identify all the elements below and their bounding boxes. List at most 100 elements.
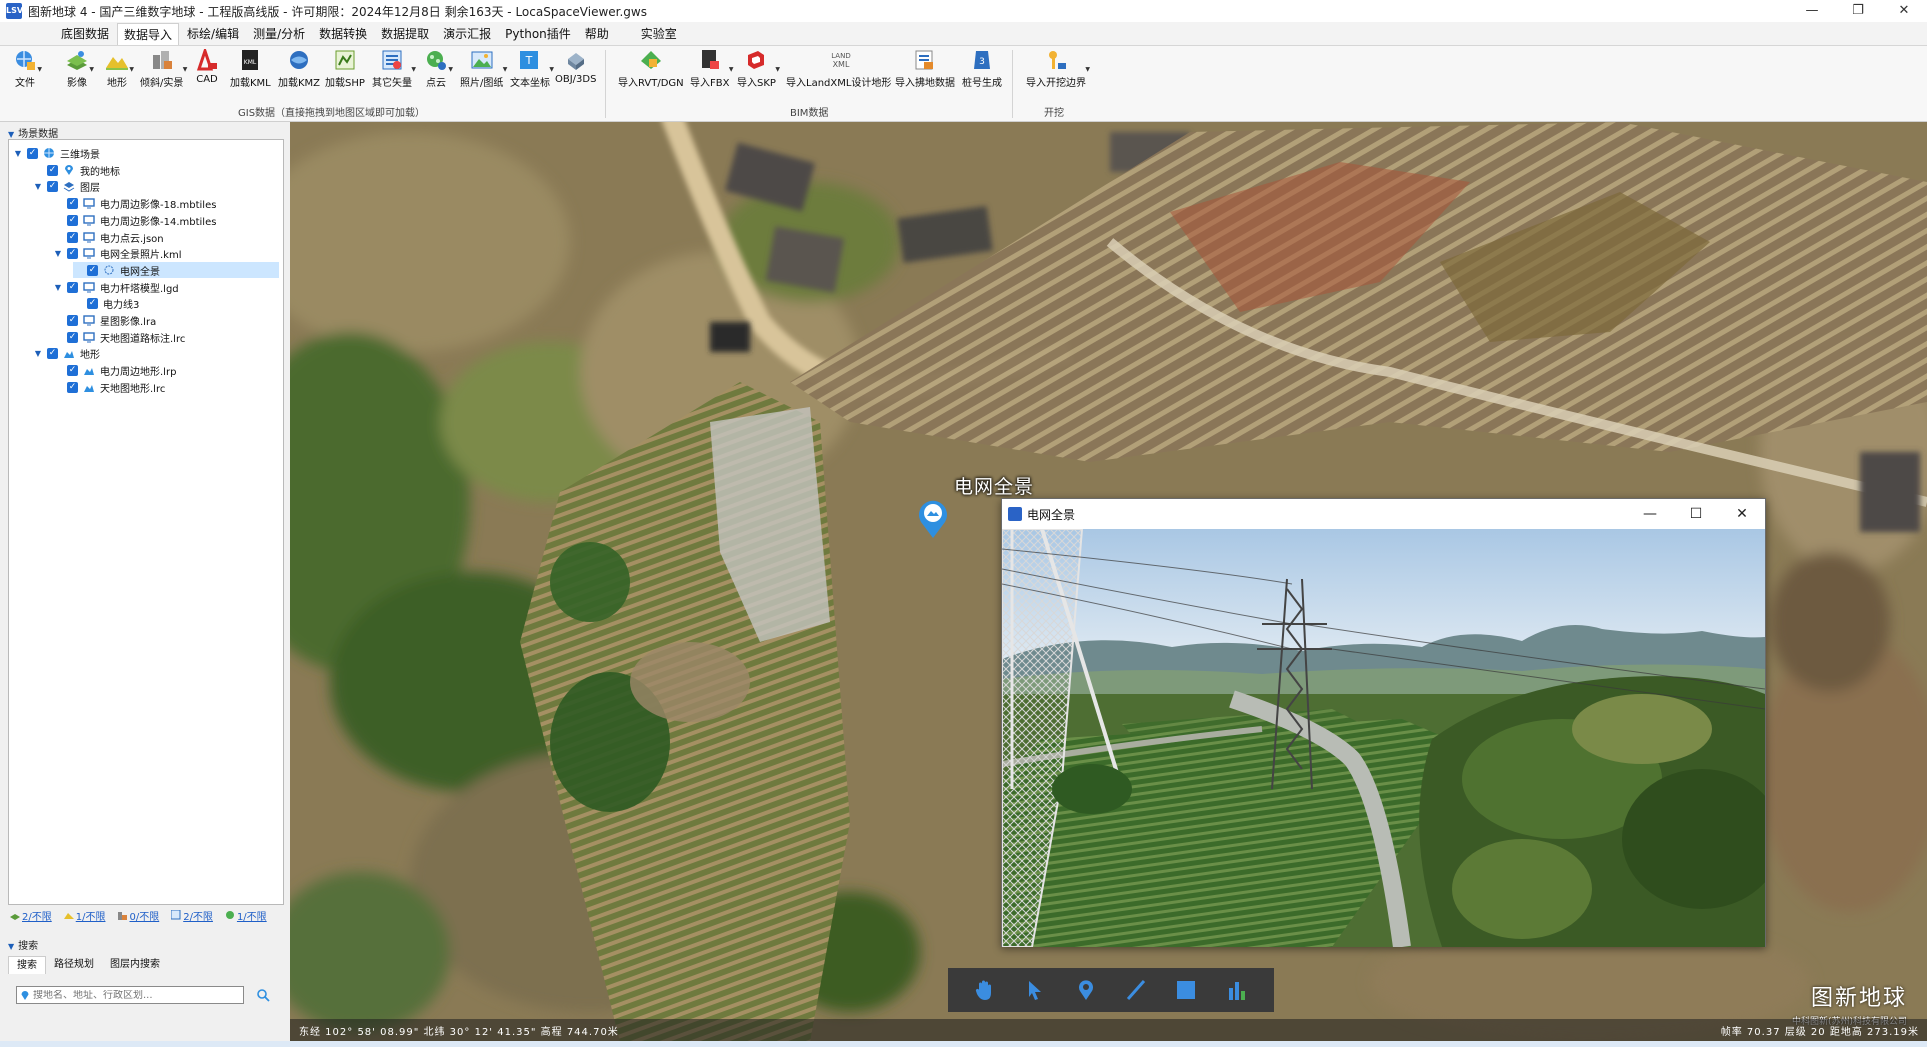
panorama-title-bar[interactable]: 电网全景 — ☐ ✕ — [1002, 499, 1765, 529]
terrain-small-icon — [83, 381, 95, 393]
layers-icon — [63, 180, 75, 192]
import-landxml-button[interactable]: LAND XML 导入LandXML设计地形 — [786, 48, 891, 96]
kmz-icon — [286, 48, 312, 72]
stat-oblique[interactable]: 0/不限 — [117, 908, 159, 923]
tab-plot-edit[interactable]: 标绘/编辑 — [181, 23, 245, 45]
tree-node-terrain-lrp[interactable]: ✓ 电力周边地形.lrp — [53, 362, 176, 378]
import-pointcloud-button[interactable]: 点云 ▼ — [423, 48, 453, 96]
tab-search[interactable]: 搜索 — [8, 956, 46, 974]
load-kmz-button[interactable]: 加载KMZ — [278, 48, 320, 96]
maximize-button[interactable]: ☐ — [1673, 499, 1719, 529]
tab-python-plugin[interactable]: Python插件 — [499, 23, 577, 45]
place-marker-icon[interactable] — [1071, 975, 1101, 1005]
checkbox[interactable]: ✓ — [67, 381, 78, 393]
tree-node-panorama-kml[interactable]: ▼ ✓ 电网全景照片.kml — [53, 245, 182, 261]
import-photo-button[interactable]: 照片/图纸 ▼ — [460, 48, 507, 96]
load-kml-button[interactable]: KML 加载KML — [230, 48, 271, 96]
tree-node-3d-scene[interactable]: ▼ ✓ 三维场景 — [13, 145, 100, 161]
tree-node-tower-model[interactable]: ▼ ✓ 电力杆塔模型.lgd — [53, 279, 179, 295]
draw-line-icon[interactable] — [1121, 975, 1151, 1005]
import-excavation-button[interactable]: 导入开挖边界 ▼ — [1026, 48, 1090, 96]
checkbox[interactable]: ✓ — [67, 197, 78, 209]
tree-node-terrain-lrc[interactable]: ✓ 天地图地形.lrc — [53, 379, 165, 395]
checkbox[interactable]: ✓ — [47, 164, 58, 176]
import-fbx-button[interactable]: 导入FBX ▼ — [690, 48, 733, 96]
tree-node-terrain[interactable]: ▼ ✓ 地形 — [33, 345, 100, 361]
tab-data-import[interactable]: 数据导入 — [117, 23, 180, 45]
restore-button[interactable]: ❐ — [1835, 0, 1881, 22]
tab-data-extract[interactable]: 数据提取 — [375, 23, 435, 45]
tree-node-layers[interactable]: ▼ ✓ 图层 — [33, 178, 100, 194]
tab-layer-search[interactable]: 图层内搜索 — [102, 956, 168, 974]
import-imagery-button[interactable]: 影像 ▼ — [64, 48, 94, 96]
tree-node-road-labels[interactable]: ✓ 天地图道路标注.lrc — [53, 329, 185, 345]
draw-polygon-icon[interactable] — [1171, 975, 1201, 1005]
minimize-button[interactable]: — — [1627, 499, 1673, 529]
tree-node-star-imagery[interactable]: ✓ 星图影像.lra — [53, 312, 156, 328]
monitor-icon — [83, 247, 95, 259]
tab-measure-analysis[interactable]: 测量/分析 — [247, 23, 311, 45]
import-land-data-button[interactable]: 导入拂地数据 — [895, 48, 955, 96]
import-skp-button[interactable]: 导入SKP ▼ — [737, 48, 780, 96]
search-icon[interactable] — [256, 988, 270, 1002]
import-vector-button[interactable]: 其它矢量 ▼ — [372, 48, 416, 96]
close-button[interactable]: ✕ — [1881, 0, 1927, 22]
tree-node-power-line-3[interactable]: ✓ 电力线3 — [73, 295, 139, 311]
hand-pan-icon[interactable] — [970, 975, 1000, 1005]
tree-node-imagery-14[interactable]: ✓ 电力周边影像-14.mbtiles — [53, 212, 216, 228]
checkbox[interactable]: ✓ — [67, 331, 78, 343]
stat-terrain[interactable]: 1/不限 — [63, 908, 105, 923]
checkbox[interactable]: ✓ — [67, 247, 78, 259]
checkbox[interactable]: ✓ — [87, 264, 98, 276]
pin-icon — [63, 164, 75, 176]
menu-bar: 底图数据 数据导入 标绘/编辑 测量/分析 数据转换 数据提取 演示汇报 Pyt… — [0, 22, 1927, 46]
checkbox[interactable]: ✓ — [47, 347, 58, 359]
import-obj-button[interactable]: OBJ/3DS — [555, 48, 596, 96]
scene-tree[interactable]: ▼ ✓ 三维场景 ✓ 我的地标 ▼ ✓ 图层 ✓ 电力周边影像-18.mbtiles… — [8, 139, 284, 905]
tree-node-imagery-18[interactable]: ✓ 电力周边影像-18.mbtiles — [53, 195, 216, 211]
tree-node-my-landmarks[interactable]: ✓ 我的地标 — [33, 162, 120, 178]
stat-imagery[interactable]: 2/不限 — [10, 908, 52, 923]
terrain-analysis-icon[interactable] — [1222, 975, 1252, 1005]
minimize-button[interactable]: — — [1789, 0, 1835, 22]
panorama-window[interactable]: 电网全景 — ☐ ✕ — [1001, 498, 1766, 947]
scene-data-header[interactable]: ▼ 场景数据 — [8, 125, 58, 140]
tab-data-convert[interactable]: 数据转换 — [313, 23, 373, 45]
stake-generate-button[interactable]: 3 桩号生成 — [962, 48, 1002, 96]
excavation-group-label: 开挖 — [1044, 108, 1064, 119]
import-terrain-button[interactable]: 地形 ▼ — [104, 48, 134, 96]
import-rvt-button[interactable]: 导入RVT/DGN — [618, 48, 684, 96]
tab-presentation[interactable]: 演示汇报 — [437, 23, 497, 45]
search-input-box[interactable] — [16, 986, 244, 1004]
monitor-icon — [83, 281, 95, 293]
load-shp-button[interactable]: 加载SHP — [325, 48, 365, 96]
tab-help[interactable]: 帮助 — [579, 23, 615, 45]
checkbox[interactable]: ✓ — [67, 214, 78, 226]
import-cad-button[interactable]: CAD — [194, 48, 220, 96]
tree-node-pointcloud-json[interactable]: ✓ 电力点云.json — [53, 229, 164, 245]
stat-vector[interactable]: 2/不限 — [171, 908, 213, 923]
tab-lab[interactable]: 实验室 — [635, 23, 683, 45]
panorama-image[interactable] — [1002, 529, 1765, 947]
checkbox[interactable]: ✓ — [47, 180, 58, 192]
select-arrow-icon[interactable] — [1020, 975, 1050, 1005]
checkbox[interactable]: ✓ — [67, 281, 78, 293]
stat-pointcloud[interactable]: 1/不限 — [225, 908, 267, 923]
checkbox[interactable]: ✓ — [27, 147, 38, 159]
tree-node-panorama[interactable]: ✓ 电网全景 — [73, 262, 279, 278]
tab-route-planning[interactable]: 路径规划 — [46, 956, 102, 974]
terrain-icon — [104, 48, 130, 72]
search-header[interactable]: ▼ 搜索 — [8, 937, 38, 952]
checkbox[interactable]: ✓ — [67, 314, 78, 326]
checkbox[interactable]: ✓ — [67, 231, 78, 243]
import-oblique-button[interactable]: 倾斜/实景 ▼ — [140, 48, 187, 96]
tab-basemap[interactable]: 底图数据 — [55, 23, 115, 45]
panorama-placemark-icon[interactable] — [916, 498, 950, 540]
map-viewport[interactable]: 电网全景 电网全景 — ☐ ✕ 图新地球 东经 102° 58' 08.99" … — [290, 122, 1927, 1047]
file-button[interactable]: 文件 ▼ — [12, 48, 42, 96]
search-input[interactable] — [33, 989, 233, 1001]
close-button[interactable]: ✕ — [1719, 499, 1765, 529]
checkbox[interactable]: ✓ — [67, 364, 78, 376]
checkbox[interactable]: ✓ — [87, 297, 98, 309]
text-coordinate-button[interactable]: T 文本坐标 ▼ — [510, 48, 554, 96]
